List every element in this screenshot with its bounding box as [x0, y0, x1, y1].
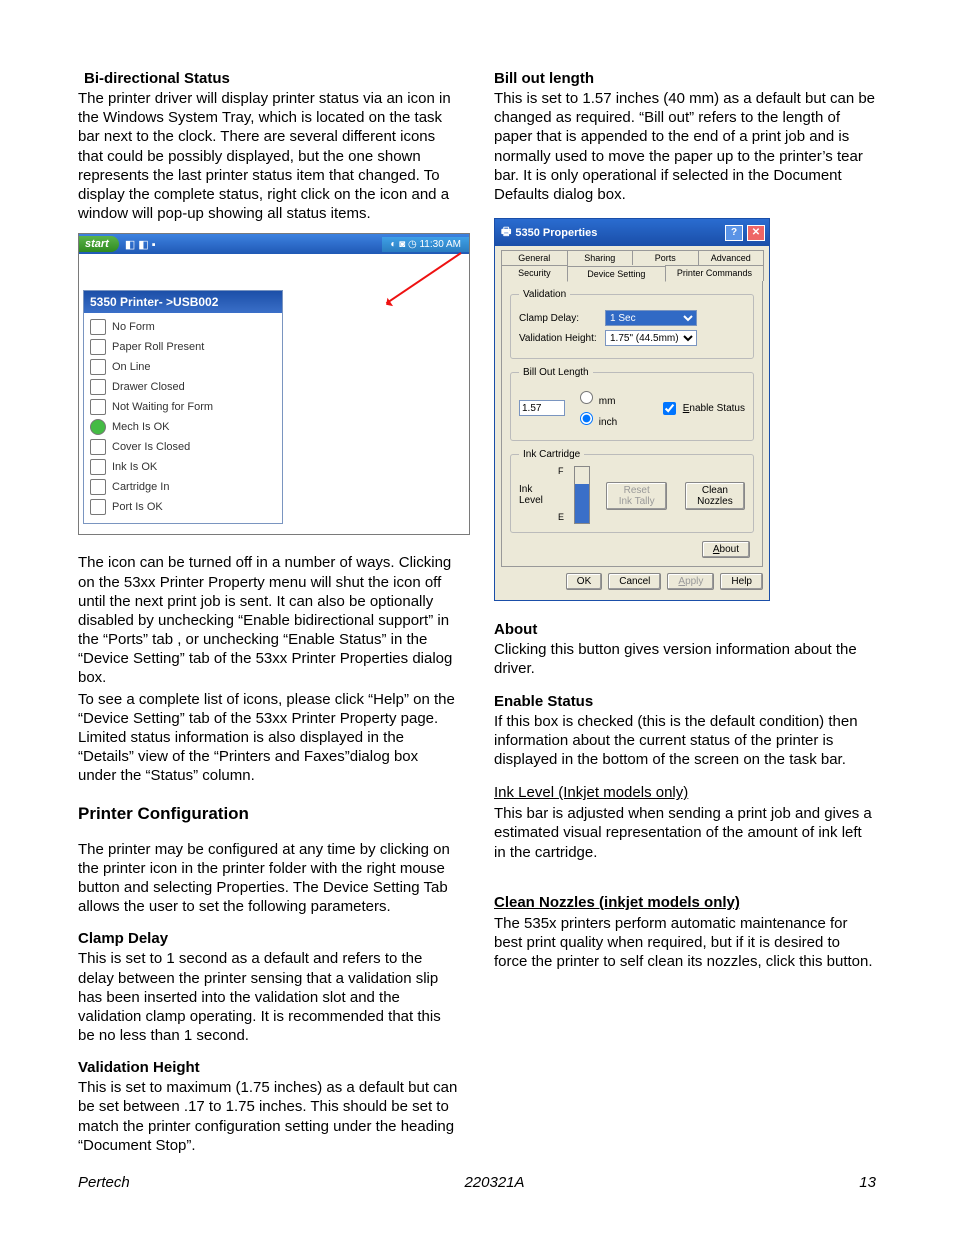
properties-dialog: 🖶 5350 Properties ? ✕ General Sharing Po… — [494, 218, 770, 601]
reset-ink-button[interactable]: Reset Ink Tally — [606, 482, 666, 510]
status-row: Drawer Closed — [88, 377, 278, 397]
status-row: Ink Is OK — [88, 457, 278, 477]
cover-icon — [90, 439, 106, 455]
para-ink-level: This bar is adjusted when sending a prin… — [494, 804, 876, 862]
legend-bill-out: Bill Out Length — [519, 367, 593, 378]
fieldset-bill-out: Bill Out Length mm inch EEnable Statusna… — [510, 367, 754, 441]
status-row: Paper Roll Present — [88, 337, 278, 357]
status-row: Cover Is Closed — [88, 437, 278, 457]
cartridge-icon — [90, 479, 106, 495]
footer-center: 220321A — [464, 1174, 524, 1191]
apply-button[interactable]: Apply — [667, 573, 714, 590]
close-icon[interactable]: ✕ — [747, 225, 765, 241]
mech-icon — [90, 419, 106, 435]
heading-printer-config: Printer Configuration — [78, 804, 460, 824]
ink-icon — [90, 459, 106, 475]
help-icon[interactable]: ? — [725, 225, 743, 241]
online-icon — [90, 359, 106, 375]
label-validation-height: Validation Height: — [519, 333, 599, 344]
status-row: Not Waiting for Form — [88, 397, 278, 417]
printer-status-popup: 5350 Printer- >USB002 No Form Paper Roll… — [83, 290, 283, 524]
tab-device-setting[interactable]: Device Setting — [567, 266, 666, 282]
legend-ink-cartridge: Ink Cartridge — [519, 449, 584, 460]
heading-about: About — [494, 621, 876, 638]
clean-nozzles-button[interactable]: Clean Nozzles — [685, 482, 745, 510]
checkbox-enable-status[interactable] — [663, 402, 676, 415]
status-row: Cartridge In — [88, 477, 278, 497]
tab-general[interactable]: General — [501, 250, 568, 265]
form-icon — [90, 319, 106, 335]
para-bill-out: This is set to 1.57 inches (40 mm) as a … — [494, 89, 876, 204]
heading-clean-nozzles: Clean Nozzles (inkjet models only) — [494, 894, 740, 911]
tab-advanced[interactable]: Advanced — [698, 250, 765, 265]
radio-mm[interactable]: mm — [575, 388, 617, 407]
tab-sharing[interactable]: Sharing — [567, 250, 634, 265]
legend-validation: Validation — [519, 289, 570, 300]
status-row: On Line — [88, 357, 278, 377]
label-clamp-delay: Clamp Delay: — [519, 313, 599, 324]
para-clamp: This is set to 1 second as a default and… — [78, 949, 460, 1045]
heading-clamp-delay: Clamp Delay — [78, 930, 460, 947]
heading-bidirectional: Bi-directional Status — [84, 70, 460, 87]
dialog-titlebar: 🖶 5350 Properties ? ✕ — [495, 219, 769, 246]
footer-left: Pertech — [78, 1174, 130, 1191]
label-enable-status: EEnable Statusnable Status — [683, 403, 745, 414]
about-button[interactable]: AAboutbout — [702, 541, 750, 558]
dialog-title: 5350 Properties — [515, 227, 597, 239]
cancel-button[interactable]: Cancel — [608, 573, 661, 590]
tab-security[interactable]: Security — [501, 265, 568, 281]
waiting-icon — [90, 399, 106, 415]
paper-roll-icon — [90, 339, 106, 355]
heading-bill-out: Bill out length — [494, 70, 876, 87]
select-clamp-delay[interactable]: 1 Sec — [605, 310, 697, 326]
status-row: No Form — [88, 317, 278, 337]
footer-right: 13 — [859, 1174, 876, 1191]
taskbar: start ◧ ◧ ▪ ◐ ◙ ◷ 11:30 AM — [79, 234, 469, 254]
arrow-annotation — [386, 252, 462, 304]
popup-title: 5350 Printer- >USB002 — [84, 291, 282, 313]
tab-ports[interactable]: Ports — [632, 250, 699, 265]
input-bill-out[interactable] — [519, 400, 565, 416]
printer-icon: 🖶 — [501, 223, 511, 242]
tab-printer-commands[interactable]: Printer Commands — [665, 265, 764, 281]
heading-ink-level: Ink Level (Inkjet models only) — [494, 784, 688, 801]
radio-inch[interactable]: inch — [575, 409, 617, 428]
para-icon-list: To see a complete list of icons, please … — [78, 690, 460, 786]
para-validation: This is set to maximum (1.75 inches) as … — [78, 1078, 460, 1155]
heading-enable-status: Enable Status — [494, 693, 876, 710]
fieldset-ink-cartridge: Ink Cartridge Ink Level FE Reset Ink Tal… — [510, 449, 754, 533]
start-button[interactable]: start — [79, 236, 119, 252]
port-icon — [90, 499, 106, 515]
drawer-icon — [90, 379, 106, 395]
status-row: Port Is OK — [88, 497, 278, 517]
heading-validation-height: Validation Height — [78, 1059, 460, 1076]
ok-button[interactable]: OK — [566, 573, 602, 590]
status-row: Mech Is OK — [88, 417, 278, 437]
screenshot-taskbar-popup: start ◧ ◧ ▪ ◐ ◙ ◷ 11:30 AM 5350 Printer-… — [78, 233, 470, 535]
para-enable-status: If this box is checked (this is the defa… — [494, 712, 876, 770]
ink-level-bar — [574, 466, 590, 524]
select-validation-height[interactable]: 1.75" (44.5mm) — [605, 330, 697, 346]
fieldset-validation: Validation Clamp Delay: 1 Sec Validation… — [510, 289, 754, 359]
para-icon-off: The icon can be turned off in a number o… — [78, 553, 460, 687]
para-about: Clicking this button gives version infor… — [494, 640, 876, 678]
system-tray[interactable]: ◐ ◙ ◷ 11:30 AM — [382, 237, 469, 252]
para-clean-nozzles: The 535x printers perform automatic main… — [494, 914, 876, 972]
para-bidirectional: The printer driver will display printer … — [78, 89, 460, 223]
label-ink-level: Ink Level — [519, 484, 548, 506]
help-button[interactable]: Help — [720, 573, 763, 590]
para-config: The printer may be configured at any tim… — [78, 840, 460, 917]
